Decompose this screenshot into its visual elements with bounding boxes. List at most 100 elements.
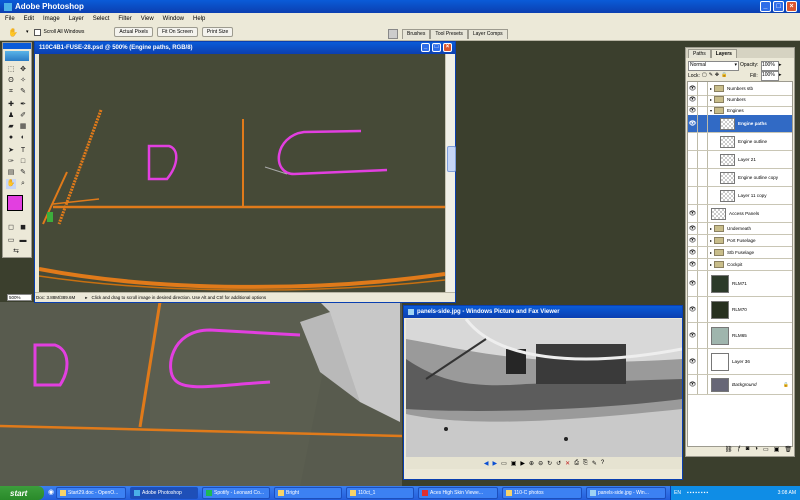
print-icon[interactable]: ⎙ — [574, 460, 579, 467]
healing-brush-tool-icon[interactable]: ✚ — [6, 100, 16, 110]
tab-tool-presets[interactable]: Tool Presets — [430, 29, 468, 39]
eye-icon[interactable]: 👁 — [688, 271, 698, 296]
layer-row[interactable]: 👁 ▸ Stb Fuselage — [688, 247, 792, 259]
lasso-tool-icon[interactable]: ʘ — [6, 76, 16, 86]
menu-select[interactable]: Select — [93, 16, 110, 22]
foreground-color-swatch[interactable] — [7, 195, 23, 211]
move-tool-icon[interactable]: ✥ — [18, 65, 28, 75]
menu-layer[interactable]: Layer — [69, 16, 84, 22]
previous-image-icon[interactable]: ◀ — [484, 460, 489, 467]
new-layer-icon[interactable]: ▣ — [774, 446, 780, 456]
screen-mode-standard-icon[interactable]: ▭ — [6, 236, 16, 246]
rotate-cw-icon[interactable]: ↻ — [547, 460, 552, 467]
language-indicator[interactable]: EN — [674, 490, 681, 496]
close-button[interactable]: × — [786, 1, 797, 12]
doc-maximize-button[interactable]: □ — [432, 43, 441, 52]
menu-edit[interactable]: Edit — [24, 16, 34, 22]
actual-size-icon[interactable]: ▣ — [511, 460, 517, 467]
taskbar-item[interactable]: 110ct_1 — [346, 487, 414, 499]
actual-pixels-button[interactable]: Actual Pixels — [114, 27, 153, 37]
blur-tool-icon[interactable]: ● — [6, 133, 16, 143]
tab-layers[interactable]: Layers — [710, 49, 737, 58]
layer-row[interactable]: 👁 ▸ Underneath — [688, 223, 792, 235]
eye-icon[interactable]: 👁 — [688, 235, 698, 246]
taskbar-item[interactable]: Aces High Skin Viewe... — [418, 487, 498, 499]
minimize-button[interactable]: _ — [760, 1, 771, 12]
layer-mask-icon[interactable]: ◙ — [746, 446, 750, 456]
taskbar-item-active[interactable]: Adobe Photoshop — [130, 487, 198, 499]
new-fill-layer-icon[interactable]: ◑ — [754, 446, 758, 456]
layer-row[interactable]: 👁 RLM65 — [688, 323, 792, 349]
doc-minimize-button[interactable]: _ — [421, 43, 430, 52]
vertical-scrollbar[interactable] — [445, 54, 456, 292]
eye-icon[interactable]: 👁 — [688, 247, 698, 258]
taskbar-item[interactable]: Start29.doc - OpenO... — [56, 487, 126, 499]
fit-on-screen-button[interactable]: Fit On Screen — [156, 27, 198, 37]
document-title-bar[interactable]: 110C4B1-FUSE-28.psd @ 500% (Engine paths… — [35, 42, 455, 54]
imageready-icon[interactable]: ⇆ — [11, 247, 21, 257]
brush-tool-icon[interactable]: ✒ — [18, 100, 28, 110]
shape-tool-icon[interactable]: □ — [18, 157, 28, 167]
expand-arrow-icon[interactable]: ▸ — [710, 238, 712, 243]
expand-arrow-icon[interactable]: ▸ — [710, 86, 712, 91]
tray-icons[interactable]: ▪▪▪▪▪▪▪▪ — [687, 490, 709, 496]
layer-row[interactable]: Engine outline — [688, 133, 792, 151]
eye-icon[interactable]: 👁 — [688, 259, 698, 270]
lock-icons[interactable]: ▢✎✥🔒 — [702, 72, 729, 78]
slideshow-icon[interactable]: ▶ — [520, 460, 525, 467]
expand-arrow-icon[interactable]: ▸ — [710, 250, 712, 255]
viewer-title-bar[interactable]: panels-side.jpg - Windows Picture and Fa… — [404, 306, 682, 318]
menu-window[interactable]: Window — [163, 16, 184, 22]
best-fit-icon[interactable]: ▭ — [501, 460, 507, 467]
vertical-scroll-thumb[interactable] — [447, 146, 456, 172]
eraser-tool-icon[interactable]: ▰ — [6, 122, 16, 132]
notes-tool-icon[interactable]: ▤ — [6, 168, 16, 178]
zoom-in-icon[interactable]: ⊕ — [529, 460, 534, 467]
expand-arrow-icon[interactable]: ▸ — [710, 226, 712, 231]
layer-row[interactable]: 👁 Access Panels — [688, 205, 792, 223]
history-brush-tool-icon[interactable]: ✐ — [18, 111, 28, 121]
taskbar-item[interactable]: Bright — [274, 487, 342, 499]
layer-row[interactable]: 👁 Background 🔒 — [688, 375, 792, 395]
magic-wand-tool-icon[interactable]: ✧ — [18, 76, 28, 86]
eye-icon[interactable]: 👁 — [688, 297, 698, 322]
zoom-out-icon[interactable]: ⊖ — [538, 460, 543, 467]
zoom-tool-icon[interactable]: ⌕ — [18, 179, 28, 189]
eyedropper-tool-icon[interactable]: ✎ — [18, 168, 28, 178]
expand-arrow-icon[interactable]: ▸ — [710, 97, 712, 102]
blend-mode-select[interactable]: Normal ▾ — [688, 61, 739, 71]
fill-arrow-icon[interactable]: ▸ — [779, 72, 782, 78]
eye-icon[interactable]: 👁 — [688, 375, 698, 394]
status-arrow-icon[interactable]: ▸ — [85, 295, 87, 301]
tab-layer-comps[interactable]: Layer Comps — [467, 29, 508, 39]
layer-row[interactable]: Layer 11 copy — [688, 187, 792, 205]
edit-icon[interactable]: ✎ — [592, 460, 597, 467]
photoshop-logo-icon[interactable] — [5, 51, 29, 61]
eye-icon[interactable]: 👁 — [688, 349, 698, 374]
zoom-field[interactable]: 500% — [7, 294, 32, 301]
brush-icon[interactable] — [698, 115, 708, 132]
print-size-button[interactable]: Print Size — [201, 27, 234, 37]
taskbar-item[interactable]: 110-C photos — [502, 487, 582, 499]
menu-help[interactable]: Help — [193, 16, 205, 22]
document-canvas[interactable] — [39, 54, 445, 292]
standard-mode-icon[interactable]: ◻ — [6, 223, 16, 233]
taskbar-item[interactable]: panels-side.jpg - Win... — [586, 487, 666, 499]
path-selection-tool-icon[interactable]: ➤ — [6, 146, 16, 156]
type-tool-icon[interactable]: T — [18, 146, 28, 156]
layer-row[interactable]: 👁 RLM70 — [688, 297, 792, 323]
expand-arrow-icon[interactable]: ▸ — [710, 262, 712, 267]
link-layers-icon[interactable]: ⛓ — [725, 446, 733, 456]
rotate-ccw-icon[interactable]: ↺ — [556, 460, 561, 467]
layer-style-icon[interactable]: ƒ — [737, 446, 740, 456]
layer-row-selected[interactable]: 👁 Engine paths — [688, 115, 792, 133]
hand-tool-icon[interactable]: ✋ — [6, 179, 16, 189]
tab-paths[interactable]: Paths — [688, 49, 711, 58]
dodge-tool-icon[interactable]: ◐ — [18, 133, 28, 143]
maximize-button[interactable]: □ — [773, 1, 784, 12]
scroll-all-checkbox[interactable] — [34, 28, 42, 36]
doc-close-button[interactable]: × — [443, 43, 452, 52]
slice-tool-icon[interactable]: ✎ — [18, 87, 28, 97]
collapse-arrow-icon[interactable]: ▾ — [710, 108, 712, 113]
taskbar-item[interactable]: Spotify - Leonard Co... — [202, 487, 270, 499]
